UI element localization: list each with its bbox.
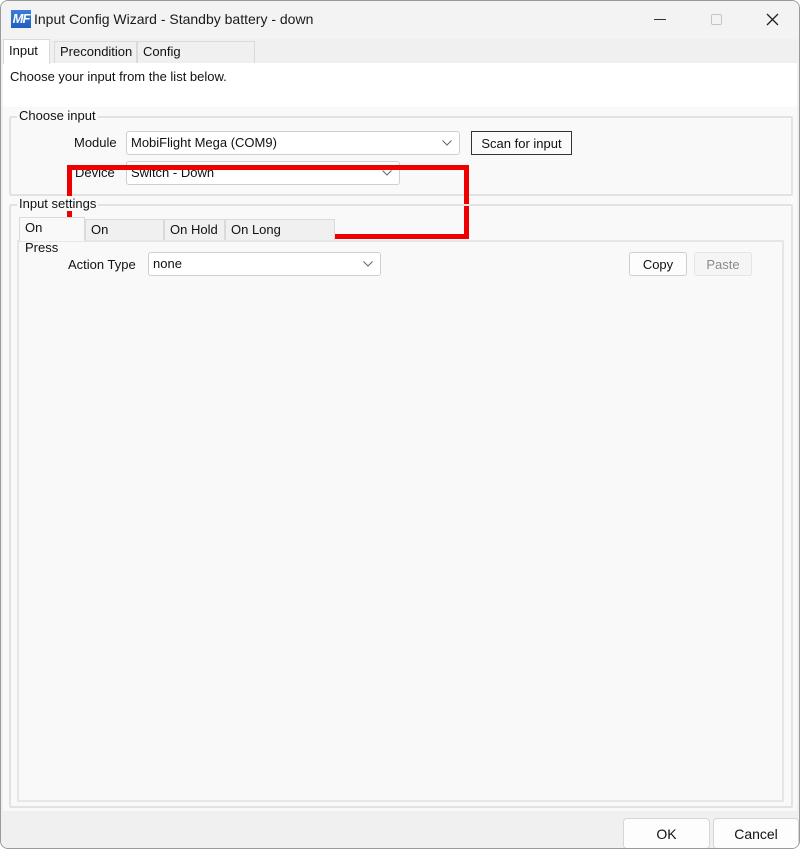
copy-button[interactable]: Copy — [629, 252, 687, 276]
input-tab-page: Choose your input from the list below. C… — [3, 63, 797, 811]
chevron-down-icon — [362, 253, 374, 275]
maximize-icon — [710, 13, 722, 25]
device-value: Switch - Down — [131, 165, 215, 180]
wizard-tabs: Input Precondition Config References — [1, 39, 799, 79]
window-title: Input Config Wizard - Standby battery - … — [34, 11, 314, 27]
device-dropdown[interactable]: Switch - Down — [126, 161, 400, 185]
minimize-button[interactable] — [637, 1, 683, 37]
action-type-dropdown[interactable]: none — [148, 252, 381, 276]
device-label: Device — [75, 165, 115, 180]
maximize-button — [693, 1, 739, 37]
cancel-button[interactable]: Cancel — [713, 818, 799, 848]
close-button[interactable] — [749, 1, 795, 37]
input-config-wizard-window: MF Input Config Wizard - Standby battery… — [0, 0, 800, 849]
tab-on-release[interactable]: On Release — [85, 219, 164, 257]
chevron-down-icon — [381, 162, 393, 184]
action-type-value: none — [153, 256, 182, 271]
choose-input-label: Choose input — [17, 108, 98, 123]
mobiflight-logo-icon: MF — [11, 10, 31, 28]
intro-text: Choose your input from the list below. — [10, 69, 227, 84]
tab-on-long-release[interactable]: On Long Release — [225, 219, 335, 257]
paste-button: Paste — [694, 252, 752, 276]
tab-on-hold[interactable]: On Hold — [164, 219, 225, 241]
title-bar: MF Input Config Wizard - Standby battery… — [1, 1, 799, 39]
on-press-panel — [17, 240, 784, 802]
input-page-body: Choose input Module MobiFlight Mega (COM… — [3, 107, 797, 811]
ok-button[interactable]: OK — [623, 818, 710, 848]
module-dropdown[interactable]: MobiFlight Mega (COM9) — [126, 131, 460, 155]
scan-for-input-button[interactable]: Scan for input — [471, 131, 572, 155]
tab-input[interactable]: Input — [3, 39, 50, 64]
chevron-down-icon — [441, 132, 453, 154]
module-value: MobiFlight Mega (COM9) — [131, 135, 277, 150]
close-icon — [766, 13, 778, 25]
module-label: Module — [74, 135, 117, 150]
tab-on-press[interactable]: On Press — [19, 217, 85, 255]
tab-precondition[interactable]: Precondition — [54, 41, 137, 63]
dialog-footer: OK Cancel — [1, 811, 799, 848]
tab-config-references[interactable]: Config References — [137, 41, 255, 79]
minimize-icon — [654, 18, 666, 20]
input-settings-label: Input settings — [17, 196, 99, 211]
action-type-label: Action Type — [68, 257, 136, 272]
